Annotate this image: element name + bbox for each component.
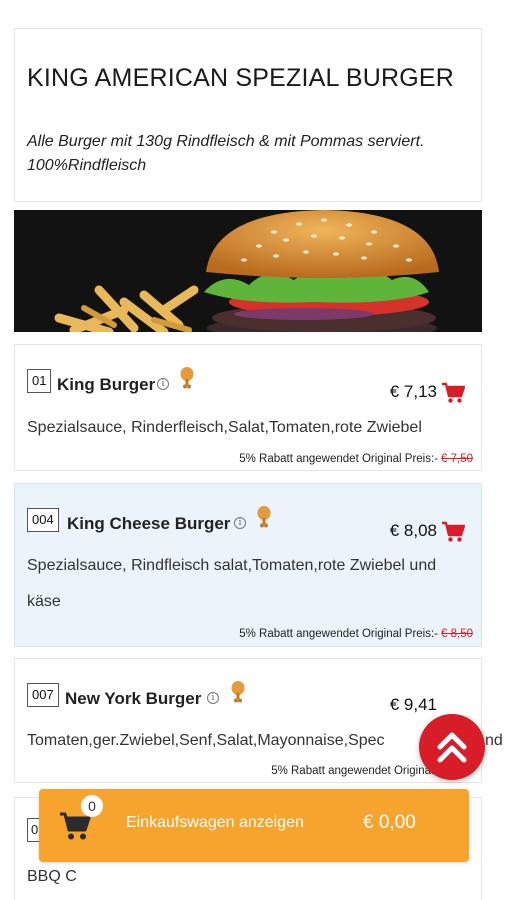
drumstick-icon: [257, 506, 271, 528]
item-description: Tomaten,ger.Zwiebel,Senf,Salat,Mayonnais…: [27, 732, 385, 749]
category-header: KING AMERICAN SPEZIAL BURGER Alle Burger…: [14, 28, 482, 202]
info-icon[interactable]: i: [234, 517, 246, 529]
item-number: 01: [27, 369, 52, 393]
category-subtitle: Alle Burger mit 130g Rindfleisch & mit P…: [27, 133, 425, 174]
menu-item-new-york-burger[interactable]: 007 New York Burger i € 9,41 Tomaten,ger…: [14, 658, 503, 783]
menu-item-king-burger[interactable]: 01 King Burger i € 7,13 Spezialsauce, Ri…: [14, 344, 482, 471]
info-icon[interactable]: i: [207, 692, 219, 704]
item-price: € 8,08: [389, 521, 437, 540]
view-cart-button[interactable]: 0 Einkaufswagen anzeigen € 0,00: [39, 789, 469, 862]
discount-text: 5% Rabatt angewendet Original Preis:-: [239, 628, 439, 640]
discount-note: 5% Rabatt angewendet Original Preis:- € 8…: [239, 628, 473, 640]
category-title: KING AMERICAN SPEZIAL BURGER: [27, 64, 454, 92]
add-to-cart-icon[interactable]: [441, 521, 465, 543]
original-price: € 7,50: [441, 453, 473, 465]
item-number: 004: [27, 508, 59, 532]
item-price: € 9,41: [389, 695, 437, 714]
info-icon[interactable]: i: [157, 378, 169, 390]
item-name[interactable]: New York Burger: [65, 689, 201, 709]
item-name[interactable]: King Cheese Burger: [67, 514, 230, 534]
menu-item-king-cheese-burger[interactable]: 004 King Cheese Burger i € 8,08 Spezials…: [14, 483, 482, 647]
item-description-tail: nd: [485, 732, 503, 749]
burger-photo: [14, 210, 482, 332]
double-chevron-up-icon: [437, 732, 467, 763]
item-number: 007: [27, 683, 59, 707]
scroll-to-top-button[interactable]: [419, 714, 485, 780]
discount-text: 5% Rabatt angewendet Original Preis:-: [239, 453, 439, 465]
item-description: Spezialsauce, Rinderfleisch,Salat,Tomate…: [27, 419, 422, 436]
discount-note: 5% Rabatt angewendet Original Preis:- € 7…: [239, 453, 473, 465]
item-name-partial: BBQ C: [27, 868, 77, 885]
item-name[interactable]: King Burger: [57, 375, 155, 395]
original-price: € 8,50: [441, 628, 473, 640]
add-to-cart-icon[interactable]: [441, 382, 465, 404]
menu-page: KING AMERICAN SPEZIAL BURGER Alle Burger…: [0, 0, 507, 900]
cart-count-badge: 0: [81, 795, 103, 817]
drumstick-icon: [231, 681, 245, 703]
cart-total: € 0,00: [363, 812, 416, 833]
item-price: € 7,13: [389, 382, 437, 401]
drumstick-icon: [180, 367, 194, 389]
burger-banner-image: [14, 210, 482, 332]
item-description: Spezialsauce, Rindfleisch salat,Tomaten,…: [27, 557, 437, 610]
cart-label: Einkaufswagen anzeigen: [126, 814, 304, 831]
